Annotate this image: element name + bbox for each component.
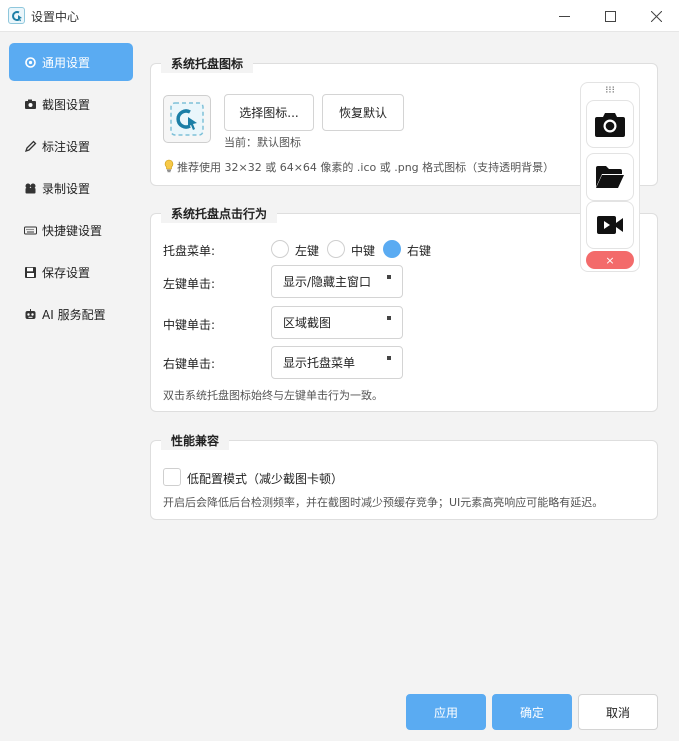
- sidebar-item-label: AI 服务配置: [42, 307, 106, 322]
- group-title: 性能兼容: [161, 432, 230, 450]
- sidebar-item-general[interactable]: 通用设置: [9, 43, 133, 81]
- folder-icon: [596, 166, 624, 188]
- radio-right-key[interactable]: [383, 240, 401, 258]
- radio-middle-key[interactable]: [327, 240, 345, 258]
- maximize-button[interactable]: [587, 0, 633, 32]
- minimize-icon: [558, 15, 570, 17]
- performance-note: 开启后会降低后台检测频率，并在截图时减少预缓存竞争；UI元素高亮响应可能略有延迟…: [163, 496, 604, 509]
- middle-click-label: 中键单击:: [163, 318, 216, 332]
- right-click-select[interactable]: 显示托盘菜单: [271, 346, 403, 379]
- middle-click-select[interactable]: 区域截图: [271, 306, 403, 339]
- maximize-icon: [604, 10, 616, 22]
- settings-content: 系统托盘图标 选择图标... 恢复默认 当前：默认图标 推荐使用 32×32 或…: [142, 33, 679, 741]
- pencil-icon: [23, 139, 37, 153]
- dropdown-icon: [387, 275, 391, 279]
- record-icon: [23, 181, 37, 195]
- sidebar-item-save[interactable]: 保存设置: [9, 253, 133, 291]
- title-bar: 设置中心: [0, 0, 679, 32]
- left-click-select[interactable]: 显示/隐藏主窗口: [271, 265, 403, 298]
- left-click-label: 左键单击:: [163, 277, 216, 291]
- screenshot-tool-button[interactable]: [586, 100, 634, 148]
- toolbar-close-button[interactable]: ×: [586, 251, 634, 269]
- radio-label: 右键: [407, 244, 432, 258]
- tray-menu-label: 托盘菜单:: [163, 244, 216, 258]
- open-folder-button[interactable]: [586, 153, 634, 201]
- select-value: 显示托盘菜单: [283, 356, 356, 370]
- keyboard-icon: [23, 223, 37, 237]
- window-title: 设置中心: [31, 10, 80, 24]
- floppy-icon: [23, 265, 37, 279]
- sidebar-item-label: 通用设置: [42, 55, 91, 70]
- gear-icon: [23, 55, 37, 69]
- select-value: 显示/隐藏主窗口: [283, 275, 372, 289]
- select-value: 区域截图: [283, 316, 332, 330]
- low-config-label: 低配置模式（减少截图卡顿）: [187, 472, 344, 486]
- sidebar: 通用设置 截图设置 标注设置 录制设置 快捷键设置 保存设置 AI 服务配置: [0, 33, 142, 741]
- dropdown-icon: [387, 356, 391, 360]
- group-title: 系统托盘点击行为: [161, 205, 278, 223]
- app-logo-icon: [170, 102, 204, 136]
- sidebar-item-screenshot[interactable]: 截图设置: [9, 85, 133, 123]
- sidebar-item-label: 标注设置: [42, 139, 91, 154]
- tray-icon-preview: [163, 95, 211, 143]
- double-click-note: 双击系统托盘图标始终与左键单击行为一致。: [163, 389, 383, 402]
- sidebar-item-recording[interactable]: 录制设置: [9, 169, 133, 207]
- sidebar-item-annotation[interactable]: 标注设置: [9, 127, 133, 165]
- low-config-checkbox[interactable]: [163, 468, 181, 486]
- sidebar-item-hotkeys[interactable]: 快捷键设置: [9, 211, 133, 249]
- floating-toolbar: ⁝⁝⁝ ×: [580, 82, 640, 272]
- record-video-button[interactable]: [586, 201, 634, 249]
- icon-format-hint: 推荐使用 32×32 或 64×64 像素的 .ico 或 .png 格式图标（…: [177, 161, 555, 174]
- cancel-button[interactable]: 取消: [578, 694, 658, 730]
- sidebar-item-label: 截图设置: [42, 97, 91, 112]
- right-click-label: 右键单击:: [163, 357, 216, 371]
- current-icon-text: 当前：默认图标: [224, 136, 301, 149]
- reset-default-button[interactable]: 恢复默认: [322, 94, 404, 131]
- ok-button[interactable]: 确定: [492, 694, 572, 730]
- video-icon: [597, 216, 623, 234]
- choose-icon-button[interactable]: 选择图标...: [224, 94, 314, 131]
- performance-group: 性能兼容 低配置模式（减少截图卡顿） 开启后会降低后台检测频率，并在截图时减少预…: [150, 432, 658, 520]
- sidebar-item-label: 保存设置: [42, 265, 91, 280]
- robot-icon: [23, 307, 37, 321]
- screenshot-icon: [23, 97, 37, 111]
- lightbulb-icon: [163, 159, 175, 173]
- app-logo-icon: [8, 7, 25, 24]
- radio-left-key[interactable]: [271, 240, 289, 258]
- sidebar-item-ai-service[interactable]: AI 服务配置: [9, 295, 133, 333]
- minimize-button[interactable]: [541, 0, 587, 32]
- close-button[interactable]: [633, 0, 679, 32]
- sidebar-item-label: 快捷键设置: [42, 223, 103, 238]
- sidebar-item-label: 录制设置: [42, 181, 91, 196]
- close-icon: [650, 10, 662, 22]
- radio-label: 左键: [295, 244, 320, 258]
- apply-button[interactable]: 应用: [406, 694, 486, 730]
- group-title: 系统托盘图标: [161, 55, 254, 73]
- dropdown-icon: [387, 316, 391, 320]
- camera-icon: [595, 113, 625, 137]
- radio-label: 中键: [351, 244, 376, 258]
- drag-handle[interactable]: ⁝⁝⁝: [581, 85, 639, 96]
